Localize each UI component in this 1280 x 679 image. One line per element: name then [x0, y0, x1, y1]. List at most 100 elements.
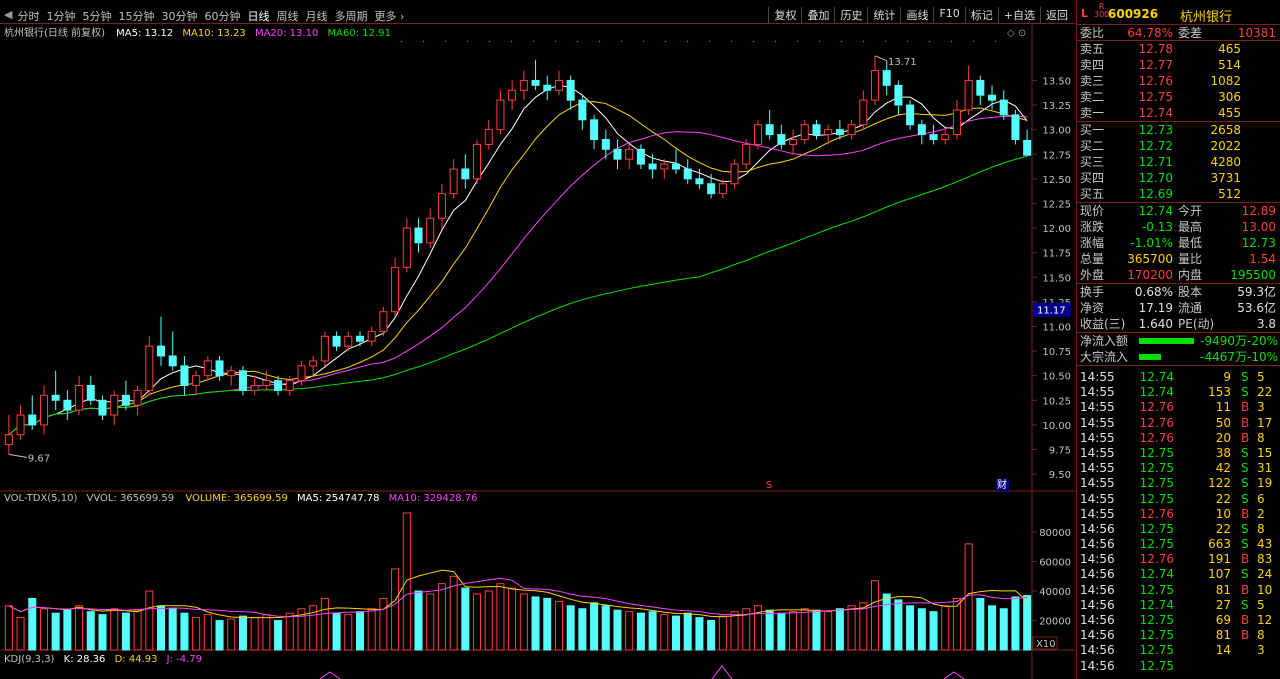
event-marker-cai[interactable]: 财	[997, 478, 1007, 491]
candle-body	[320, 335, 329, 362]
stock-code[interactable]: 600926	[1108, 7, 1158, 21]
volume-bar	[168, 608, 177, 651]
tick-time: 14:56	[1080, 552, 1115, 567]
book-volume: 4280	[1210, 155, 1241, 169]
period-tab[interactable]: 60分钟	[204, 8, 240, 24]
candle-body	[192, 375, 201, 387]
tick-price: 12.75	[1139, 521, 1174, 536]
tool-button[interactable]: 复权	[768, 7, 801, 23]
tick-price: 12.75	[1139, 491, 1174, 506]
low-pointer	[8, 453, 27, 458]
volume-bar	[28, 597, 37, 651]
book-volume: 512	[1218, 187, 1241, 201]
tick-side: S	[1241, 597, 1249, 612]
ma5-legend: MA5: 13.12	[116, 28, 173, 39]
stat-value: 170200	[1127, 268, 1173, 282]
signal-dot: .	[796, 35, 799, 45]
price-tick-label: 13.25	[1042, 101, 1071, 112]
signal-dot: .	[884, 35, 887, 45]
candle-body	[625, 148, 634, 160]
stock-name[interactable]: 杭州银行	[1180, 6, 1232, 25]
period-tab[interactable]: 月线	[305, 8, 327, 24]
flow-bar	[1139, 354, 1161, 360]
vol-tick-label: 20000	[1039, 617, 1071, 628]
book-label: 卖五	[1080, 42, 1105, 56]
flow-label: 大宗流入	[1080, 350, 1129, 364]
tick-volume: 191	[1208, 552, 1231, 567]
vol-tick-label: 60000	[1039, 558, 1071, 569]
signal-dot: .	[664, 35, 667, 45]
candle-body	[753, 124, 762, 145]
signal-dot: .	[554, 35, 557, 45]
tool-button[interactable]: +自选	[997, 7, 1040, 23]
kdj-j-line	[943, 671, 965, 679]
period-tab[interactable]: 周线	[276, 8, 298, 24]
stat-value: 13.00	[1241, 220, 1276, 234]
kline-chart[interactable]: 杭州银行(日线 前复权) MA5: 13.12 MA10: 13.23 MA20…	[0, 24, 1075, 679]
volume-bar	[473, 593, 482, 651]
period-tab[interactable]: 30分钟	[161, 8, 197, 24]
volume-bar	[847, 605, 856, 651]
kline-chart-area[interactable]: 杭州银行(日线 前复权) MA5: 13.12 MA10: 13.23 MA20…	[0, 24, 1075, 679]
tool-button[interactable]: 画线	[900, 7, 933, 23]
ma60-line	[8, 155, 1028, 436]
period-tab[interactable]: 多周期	[334, 8, 367, 24]
tick-price: 12.74	[1139, 567, 1174, 582]
candle-body	[870, 70, 880, 101]
tick-row: 14:56 12.75 663 S 43	[1077, 537, 1280, 552]
book-price: 12.71	[1138, 155, 1173, 169]
period-tab[interactable]: 分时	[17, 8, 39, 24]
tick-time: 14:56	[1080, 582, 1115, 597]
tool-button[interactable]: 统计	[867, 7, 900, 23]
volume-bar	[988, 605, 997, 651]
price-tick-label: 10.75	[1042, 347, 1071, 358]
period-tab[interactable]: 更多 ›	[374, 8, 404, 24]
tick-side: B	[1241, 582, 1250, 597]
ma10-line	[8, 101, 1028, 436]
tick-time: 14:56	[1080, 613, 1115, 627]
period-tab[interactable]: 日线	[247, 8, 269, 24]
signal-dot: .	[510, 35, 513, 45]
price-tick-label: 12.25	[1042, 199, 1071, 210]
candle-body	[613, 148, 622, 160]
fund-value: 0.68%	[1134, 285, 1173, 299]
candle-body	[695, 178, 704, 185]
event-marker-s[interactable]: S	[766, 480, 772, 491]
tool-button[interactable]: 标记	[964, 7, 998, 23]
volume-bar	[63, 609, 72, 651]
tick-volume: 81	[1215, 628, 1231, 643]
signal-dot: .	[774, 35, 777, 45]
candle-body	[262, 380, 271, 387]
candle-body	[660, 163, 669, 170]
index-badge: R 300	[1094, 3, 1109, 19]
back-arrow-icon[interactable]: ◀	[4, 8, 12, 24]
tick-row: 14:55 12.75 38 S 15	[1077, 446, 1280, 461]
tool-button[interactable]: F10	[933, 7, 964, 23]
tick-price: 12.76	[1139, 552, 1174, 567]
book-label: 买二	[1080, 139, 1105, 153]
book-price: 12.77	[1138, 58, 1173, 72]
tick-count: 5	[1257, 597, 1265, 612]
volume-bar	[110, 608, 119, 651]
volume-bar	[98, 614, 107, 651]
tick-row: 14:55 12.76 10 B 2	[1077, 507, 1280, 522]
period-tab[interactable]: 5分钟	[82, 8, 111, 24]
weibi-value: 64.78%	[1127, 26, 1173, 40]
tool-button[interactable]: 叠加	[801, 7, 834, 23]
candle-body	[730, 163, 739, 185]
kdj-legend-title: KDJ(9,3,3)	[4, 654, 55, 665]
tick-side: S	[1241, 461, 1249, 476]
tool-button[interactable]: 历史	[834, 7, 867, 23]
tool-button[interactable]: 返回	[1040, 7, 1073, 23]
tick-row: 14:56 12.75 81 B 10	[1077, 583, 1280, 598]
volume-bar	[227, 618, 236, 651]
flow-bar	[1139, 338, 1194, 344]
volume-bar	[414, 590, 423, 651]
tick-count: 8	[1257, 521, 1265, 536]
period-tab[interactable]: 1分钟	[46, 8, 75, 24]
tick-list[interactable]: 14:55 12.74 9 S 5 14:55 12.74 153 S 22 14:55 12.76 1…	[1077, 366, 1280, 674]
settings-icon[interactable]: ◇ ⊙	[1007, 28, 1026, 39]
tick-price: 12.75	[1139, 628, 1174, 643]
period-tab[interactable]: 15分钟	[118, 8, 154, 24]
ma10-legend: MA10: 13.23	[182, 28, 245, 39]
